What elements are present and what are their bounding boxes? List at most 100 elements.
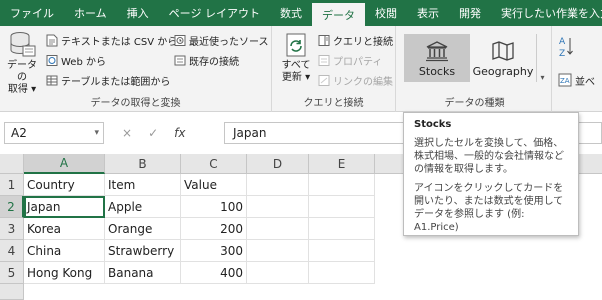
table-range-label: テーブルまたは範囲から bbox=[61, 76, 171, 88]
group-sort-filter: AZ ZA 並べ bbox=[552, 26, 602, 112]
table-range-button[interactable]: テーブルまたは範囲から bbox=[46, 72, 170, 88]
cell-a1[interactable]: Country bbox=[24, 174, 105, 196]
cell-b1[interactable]: Item bbox=[105, 174, 181, 196]
get-data-label-1: データの bbox=[7, 60, 37, 83]
sort-button[interactable]: ZA 並べ bbox=[558, 72, 595, 88]
name-box[interactable]: A2 ▾ bbox=[4, 122, 104, 144]
web-label: Web から bbox=[61, 56, 106, 68]
cell-a5[interactable]: Hong Kong bbox=[24, 262, 105, 284]
cell-e3[interactable] bbox=[309, 218, 375, 240]
cell-d5[interactable] bbox=[247, 262, 309, 284]
tell-me-box[interactable]: 実行したい作業を入力 bbox=[491, 0, 602, 26]
cell-e2[interactable] bbox=[309, 196, 375, 218]
queries-pane-icon bbox=[318, 34, 330, 46]
tooltip-description: 選択したセルを変換して、価格、株式相場、一般的な会社情報などの情報を取得します。 bbox=[414, 138, 564, 175]
text-csv-button[interactable]: テキストまたは CSV から bbox=[46, 32, 177, 48]
insert-function-icon[interactable]: fx bbox=[174, 126, 185, 140]
tab-review[interactable]: 校閲 bbox=[365, 0, 407, 26]
properties-icon bbox=[318, 54, 330, 66]
cell-a4[interactable]: China bbox=[24, 240, 105, 262]
group-get-transform: データの 取得 ▾ テキストまたは CSV から Web から テーブルまたは範… bbox=[0, 26, 272, 112]
cell-a3[interactable]: Korea bbox=[24, 218, 105, 240]
tell-me-text: 実行したい作業を入力 bbox=[500, 7, 602, 20]
tab-page-layout[interactable]: ページ レイアウト bbox=[159, 0, 270, 26]
group-data-types: データの種類 bbox=[398, 26, 552, 112]
connections-icon bbox=[174, 55, 186, 65]
get-data-button[interactable]: データの 取得 ▾ bbox=[4, 30, 40, 96]
cell-e5[interactable] bbox=[309, 262, 375, 284]
edit-links-icon bbox=[318, 74, 330, 86]
formula-input-value: Japan bbox=[233, 126, 267, 140]
row-header-5[interactable]: 5 bbox=[0, 262, 24, 284]
cell-d4[interactable] bbox=[247, 240, 309, 262]
tab-formulas[interactable]: 数式 bbox=[270, 0, 312, 26]
select-all-corner[interactable] bbox=[0, 154, 24, 174]
cell-c2[interactable]: 100 bbox=[181, 196, 247, 218]
tab-data[interactable]: データ bbox=[311, 3, 365, 26]
web-page-icon bbox=[46, 54, 58, 66]
tab-insert[interactable]: 挿入 bbox=[117, 0, 159, 26]
column-header-a[interactable]: A bbox=[24, 154, 105, 174]
recent-sources-icon bbox=[174, 34, 186, 46]
properties-label: プロパティ bbox=[333, 56, 383, 68]
refresh-all-label-1: すべて bbox=[281, 60, 311, 71]
cell-c4[interactable]: 300 bbox=[181, 240, 247, 262]
column-header-e[interactable]: E bbox=[309, 154, 375, 174]
column-header-b[interactable]: B bbox=[105, 154, 181, 174]
table-icon bbox=[46, 75, 58, 85]
sort-icon: ZA bbox=[558, 73, 572, 87]
group-label-get-transform: データの取得と変換 bbox=[90, 98, 181, 109]
sort-label: 並べ bbox=[575, 76, 595, 88]
row-header-6[interactable] bbox=[0, 284, 24, 300]
svg-text:Z: Z bbox=[559, 49, 565, 59]
edit-links-button[interactable]: リンクの編集 bbox=[318, 72, 393, 88]
column-header-d[interactable]: D bbox=[247, 154, 309, 174]
text-file-icon bbox=[46, 34, 58, 46]
group-label-queries: クエリと接続 bbox=[303, 98, 364, 109]
properties-button[interactable]: プロパティ bbox=[318, 52, 382, 68]
enter-icon[interactable]: ✓ bbox=[148, 126, 158, 140]
existing-connections-button[interactable]: 既存の接続 bbox=[174, 52, 239, 68]
cell-d2[interactable] bbox=[247, 196, 309, 218]
queries-connections-label: クエリと接続 bbox=[333, 36, 393, 48]
tooltip-title: Stocks bbox=[414, 119, 452, 130]
cell-e4[interactable] bbox=[309, 240, 375, 262]
cell-a2[interactable]: Japan bbox=[24, 196, 105, 218]
refresh-icon bbox=[286, 33, 306, 57]
cancel-icon[interactable]: × bbox=[122, 126, 132, 140]
row-header-2[interactable]: 2 bbox=[0, 196, 24, 218]
ribbon-tab-bar: ファイル ホーム 挿入 ページ レイアウト 数式 データ 校閲 表示 開発 実行… bbox=[0, 0, 602, 26]
row-header-3[interactable]: 3 bbox=[0, 218, 24, 240]
tooltip-usage: アイコンをクリックしてカードを開いたり、または数式を使用してデータを参照します … bbox=[414, 183, 564, 233]
tab-file[interactable]: ファイル bbox=[0, 0, 64, 26]
tab-home[interactable]: ホーム bbox=[64, 0, 117, 26]
ribbon-body: データの 取得 ▾ テキストまたは CSV から Web から テーブルまたは範… bbox=[0, 26, 602, 112]
tab-developer[interactable]: 開発 bbox=[449, 0, 491, 26]
tab-view[interactable]: 表示 bbox=[407, 0, 449, 26]
refresh-all-button[interactable]: すべて 更新 ▾ bbox=[278, 30, 314, 84]
cell-b2[interactable]: Apple bbox=[105, 196, 181, 218]
refresh-all-label-2: 更新 ▾ bbox=[281, 72, 311, 83]
sort-az-button[interactable]: AZ bbox=[558, 34, 574, 60]
recent-sources-label: 最近使ったソース bbox=[189, 36, 269, 48]
cell-d1[interactable] bbox=[247, 174, 309, 196]
queries-connections-button[interactable]: クエリと接続 bbox=[318, 32, 393, 48]
group-label-data-types: データの種類 bbox=[444, 98, 505, 109]
stocks-tooltip: Stocks 選択したセルを変換して、価格、株式相場、一般的な会社情報などの情報… bbox=[403, 112, 579, 236]
cell-b3[interactable]: Orange bbox=[105, 218, 181, 240]
cell-c1[interactable]: Value bbox=[181, 174, 247, 196]
cell-d3[interactable] bbox=[247, 218, 309, 240]
column-header-c[interactable]: C bbox=[181, 154, 247, 174]
recent-sources-button[interactable]: 最近使ったソース bbox=[174, 32, 269, 48]
web-button[interactable]: Web から bbox=[46, 52, 106, 68]
cell-b5[interactable]: Banana bbox=[105, 262, 181, 284]
cell-e1[interactable] bbox=[309, 174, 375, 196]
formula-buttons: × ✓ fx bbox=[112, 122, 185, 144]
cell-c5[interactable]: 400 bbox=[181, 262, 247, 284]
row-header-1[interactable]: 1 bbox=[0, 174, 24, 196]
row-header-4[interactable]: 4 bbox=[0, 240, 24, 262]
name-box-value: A2 bbox=[11, 126, 27, 140]
cell-c3[interactable]: 200 bbox=[181, 218, 247, 240]
name-box-dropdown-icon[interactable]: ▾ bbox=[94, 128, 99, 138]
cell-b4[interactable]: Strawberry bbox=[105, 240, 181, 262]
